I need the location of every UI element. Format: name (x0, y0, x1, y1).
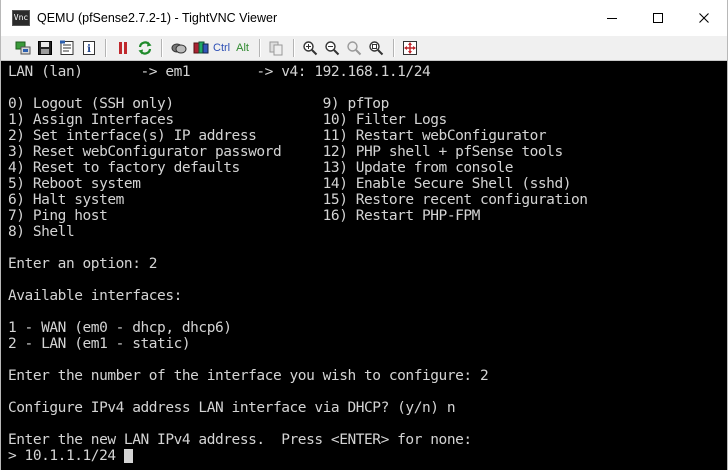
console-line: 7) Ping host 16) Restart PHP-FPM (8, 208, 480, 224)
refresh-icon (138, 41, 151, 55)
text-cursor (124, 449, 133, 463)
fullscreen-button[interactable] (401, 39, 420, 58)
options-button[interactable] (57, 39, 76, 58)
close-icon (699, 13, 709, 23)
console-line: 5) Reboot system 14) Enable Secure Shell… (8, 176, 572, 192)
console-line: 2 - LAN (em1 - static) (8, 336, 191, 352)
svg-text:i: i (87, 44, 91, 55)
zoom-out-button[interactable] (323, 39, 342, 58)
toolbar-separator (392, 39, 395, 57)
console-input-line[interactable]: > 10.1.1.1/24 (8, 448, 116, 464)
ctrl-alt-del-button[interactable] (191, 39, 210, 58)
console-line: 4) Reset to factory defaults 13) Update … (8, 160, 514, 176)
maximize-button[interactable] (635, 0, 681, 36)
zoom-out-icon (325, 41, 340, 56)
ctrl-key-button[interactable]: Ctrl (213, 39, 230, 58)
ctrl-alt-del-icon (193, 41, 208, 54)
console-line: Available interfaces: (8, 288, 182, 304)
toolbar-separator (105, 39, 107, 57)
options-icon (59, 40, 73, 55)
vnc-viewer-window: Vnc QEMU (pfSense2.7.2-1) - TightVNC Vie… (0, 0, 728, 470)
zoom-100-button[interactable] (345, 39, 364, 58)
toolbar: i Ctrl Alt (1, 36, 727, 61)
close-button[interactable] (681, 0, 727, 36)
info-icon: i (82, 41, 95, 55)
console-line: LAN (lan) -> em1 -> v4: 192.168.1.1/24 (8, 64, 431, 80)
refresh-button[interactable] (135, 39, 154, 58)
console-line: 6) Halt system 15) Restore recent config… (8, 192, 588, 208)
console-line: 0) Logout (SSH only) 9) pfTop (8, 96, 389, 112)
minimize-icon (607, 18, 617, 19)
new-connection-icon (15, 41, 30, 55)
save-button[interactable] (35, 39, 54, 58)
console-line: 3) Reset webConfigurator password 12) PH… (8, 144, 563, 160)
toolbar-separator (161, 39, 163, 57)
save-icon (37, 41, 52, 55)
pause-button[interactable] (113, 39, 132, 58)
fullscreen-icon (403, 41, 418, 55)
transfer-button[interactable] (169, 39, 188, 58)
new-connection-button[interactable] (13, 39, 32, 58)
vnc-app-icon: Vnc (12, 10, 30, 26)
info-button[interactable]: i (79, 39, 98, 58)
title-bar[interactable]: Vnc QEMU (pfSense2.7.2-1) - TightVNC Vie… (1, 0, 727, 36)
console-line: 1 - WAN (em0 - dhcp, dhcp6) (8, 320, 232, 336)
zoom-100-icon (347, 41, 362, 56)
console-line: 1) Assign Interfaces 10) Filter Logs (8, 112, 447, 128)
alt-key-button[interactable]: Alt (236, 39, 249, 58)
pause-icon (118, 42, 127, 54)
clipboard-button[interactable] (267, 39, 286, 58)
window-title: QEMU (pfSense2.7.2-1) - TightVNC Viewer (37, 11, 278, 25)
console-line: Enter the new LAN IPv4 address. Press <E… (8, 432, 472, 448)
console-line: 8) Shell (8, 224, 75, 240)
transfer-icon (171, 43, 186, 54)
console-line: 2) Set interface(s) IP address 11) Resta… (8, 128, 547, 144)
toolbar-separator (258, 39, 261, 57)
toolbar-separator (292, 39, 295, 57)
clipboard-icon (269, 41, 283, 56)
console-line: Enter an option: 2 (8, 256, 158, 272)
zoom-fit-icon (369, 41, 384, 56)
minimize-button[interactable] (589, 0, 635, 36)
zoom-fit-button[interactable] (367, 39, 386, 58)
remote-console-screen[interactable]: LAN (lan) -> em1 -> v4: 192.168.1.1/24 0… (1, 61, 727, 470)
maximize-icon (653, 13, 663, 23)
console-line: Enter the number of the interface you wi… (8, 368, 489, 384)
window-controls (589, 0, 727, 36)
console-line: Configure IPv4 address LAN interface via… (8, 400, 456, 416)
zoom-in-button[interactable] (301, 39, 320, 58)
zoom-in-icon (303, 41, 318, 56)
